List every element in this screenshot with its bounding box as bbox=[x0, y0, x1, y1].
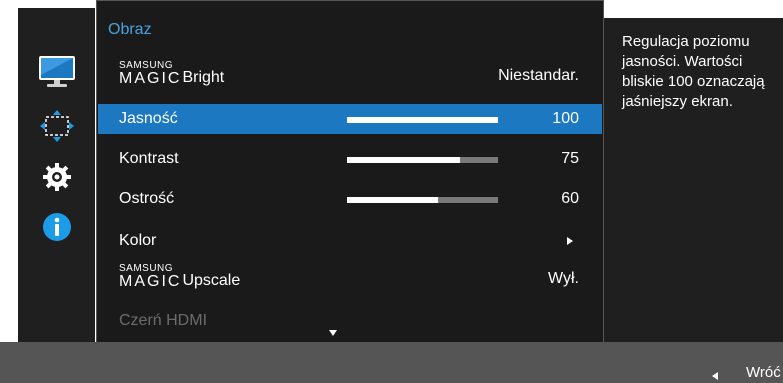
osd-menu: Obraz SAMSUNG MAGIC Bright Niestandar. J… bbox=[0, 0, 783, 383]
menu-title: Obraz bbox=[108, 21, 152, 38]
menu-item-value: Niestandar. bbox=[498, 67, 579, 84]
monitor-icon[interactable] bbox=[38, 53, 76, 91]
back-button[interactable]: Wróć bbox=[746, 364, 781, 381]
menu-item-color[interactable]: Kolor bbox=[98, 226, 602, 256]
back-arrow-icon bbox=[712, 372, 718, 380]
help-panel: Regulacja poziomu jasności. Wartości bli… bbox=[604, 18, 783, 350]
chevron-right-icon bbox=[567, 237, 573, 245]
menu-item-sharpness[interactable]: Ostrość 60 bbox=[98, 184, 602, 214]
bottom-bar: Wróć bbox=[0, 342, 783, 383]
info-icon[interactable] bbox=[38, 208, 76, 246]
samsung-magic-logo: SAMSUNG MAGIC bbox=[119, 60, 182, 87]
menu-item-value: Wył. bbox=[548, 270, 579, 287]
menu-item-label: Kolor bbox=[119, 232, 157, 249]
move-arrows-icon[interactable] bbox=[38, 107, 76, 145]
menu-item-magic-bright[interactable]: SAMSUNG MAGIC Bright Niestandar. bbox=[98, 59, 602, 89]
menu-item-contrast[interactable]: Kontrast 75 bbox=[98, 144, 602, 174]
menu-item-value: 75 bbox=[561, 150, 579, 167]
menu-item-brightness[interactable]: Jasność 100 bbox=[98, 104, 602, 134]
picture-menu-panel: Obraz SAMSUNG MAGIC Bright Niestandar. J… bbox=[96, 0, 604, 350]
scroll-down-icon[interactable] bbox=[329, 330, 337, 336]
samsung-magic-logo: SAMSUNG MAGIC bbox=[119, 263, 182, 290]
menu-item-label: SAMSUNG MAGIC Upscale bbox=[119, 263, 241, 290]
menu-item-label: Ostrość bbox=[119, 190, 175, 207]
menu-item-hdmi-black: Czerń HDMI bbox=[98, 306, 602, 336]
gear-icon[interactable] bbox=[38, 158, 76, 196]
menu-item-magic-upscale[interactable]: SAMSUNG MAGIC Upscale Wył. bbox=[98, 262, 602, 292]
category-sidebar bbox=[18, 8, 95, 342]
help-text: Regulacja poziomu jasności. Wartości bli… bbox=[622, 33, 765, 110]
menu-item-label: Kontrast bbox=[119, 150, 179, 167]
sharpness-slider[interactable] bbox=[347, 197, 498, 203]
menu-item-label: Jasność bbox=[119, 110, 178, 127]
menu-item-value: 100 bbox=[552, 110, 579, 127]
contrast-slider[interactable] bbox=[347, 157, 498, 163]
menu-item-value: 60 bbox=[561, 190, 579, 207]
brightness-slider[interactable] bbox=[347, 117, 498, 123]
menu-item-label: SAMSUNG MAGIC Bright bbox=[119, 60, 225, 87]
menu-item-label: Czerń HDMI bbox=[119, 312, 208, 329]
